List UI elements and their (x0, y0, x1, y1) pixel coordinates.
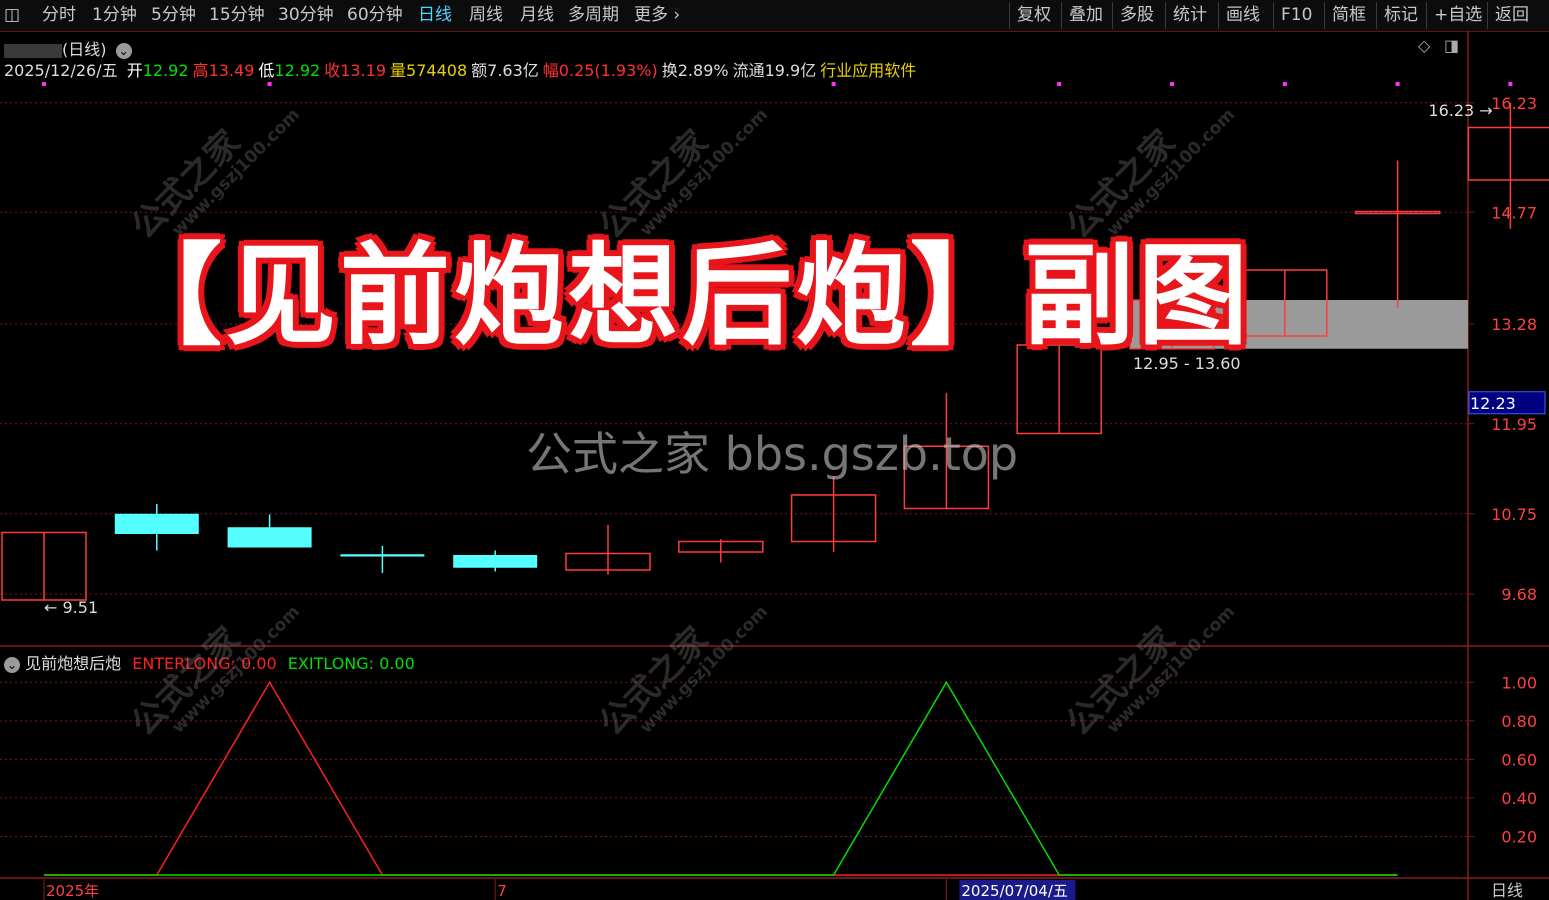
quote-field: 换2.89% (661, 61, 729, 80)
quote-field: 开12.92 (126, 61, 189, 80)
price-tick-label: 9.68 (1501, 585, 1537, 604)
cursor-date-label: 2025/07/04/五 (961, 882, 1068, 900)
indicator-tick-label: 0.80 (1501, 712, 1537, 731)
quote-date: 2025/12/26/五 (4, 61, 118, 80)
exitlong-readout: EXITLONG: 0.00 (287, 654, 415, 673)
indicator-menu-icon[interactable]: ⌄ (4, 656, 20, 673)
signal-dot (1057, 82, 1062, 86)
quote-field: 高13.49 (192, 61, 255, 80)
candle-body (1467, 126, 1549, 181)
quote-field: 量574408 (390, 61, 468, 80)
low-price-label: ← 9.51 (44, 598, 98, 617)
time-axis-label: 2025年 (46, 882, 99, 900)
price-tick-label: 16.23 (1491, 94, 1537, 113)
signal-dot (42, 82, 46, 86)
signal-dot (1508, 82, 1513, 86)
high-price-label: 16.23 → (1428, 101, 1492, 120)
price-tick-label: 11.95 (1491, 415, 1537, 434)
site-watermark: 公式之家 bbs.gszb.top (526, 427, 1019, 481)
quote-info-line: 2025/12/26/五 开12.92 高13.49 低12.92 收13.19 量57… (4, 57, 916, 81)
enterlong-line (44, 680, 1398, 876)
indicator-tick-label: 0.40 (1501, 789, 1537, 808)
signal-dot (1170, 82, 1174, 86)
signal-dot (1395, 82, 1400, 86)
indicator-tick-label: 0.20 (1501, 827, 1537, 846)
window-icon[interactable]: ◨ (1444, 36, 1459, 55)
signal-dot (1282, 82, 1287, 86)
price-tick-label: 14.77 (1491, 203, 1537, 222)
diamond-icon[interactable]: ◇ (1418, 36, 1430, 55)
period-axis-label: 日线 (1491, 881, 1523, 900)
current-price-label: 12.23 (1470, 394, 1516, 413)
candle-body (114, 513, 199, 534)
candle-body (340, 554, 425, 557)
quote-field: 流通19.9亿 (732, 61, 817, 80)
exitlong-line (44, 680, 1398, 876)
price-tick-label: 10.75 (1491, 505, 1537, 524)
candle-body (227, 527, 312, 548)
quote-field: 低12.92 (258, 61, 321, 80)
overlay-title: 【见前炮想后炮】副图 (112, 231, 1252, 360)
indicator-tick-label: 0.60 (1501, 750, 1537, 769)
quote-field: 行业应用软件 (820, 61, 917, 80)
candle-body (453, 555, 538, 568)
time-axis-label: 7 (497, 882, 507, 900)
quote-field: 额7.63亿 (471, 61, 539, 80)
quote-field: 幅0.25(1.93%) (542, 61, 658, 80)
quote-field: 收13.19 (324, 61, 387, 80)
price-tick-label: 13.28 (1491, 315, 1537, 334)
indicator-tick-label: 1.00 (1501, 673, 1537, 692)
indicator-title: 见前炮想后炮 (25, 654, 122, 673)
signal-dot (831, 82, 836, 86)
masked-name-block (4, 43, 62, 58)
